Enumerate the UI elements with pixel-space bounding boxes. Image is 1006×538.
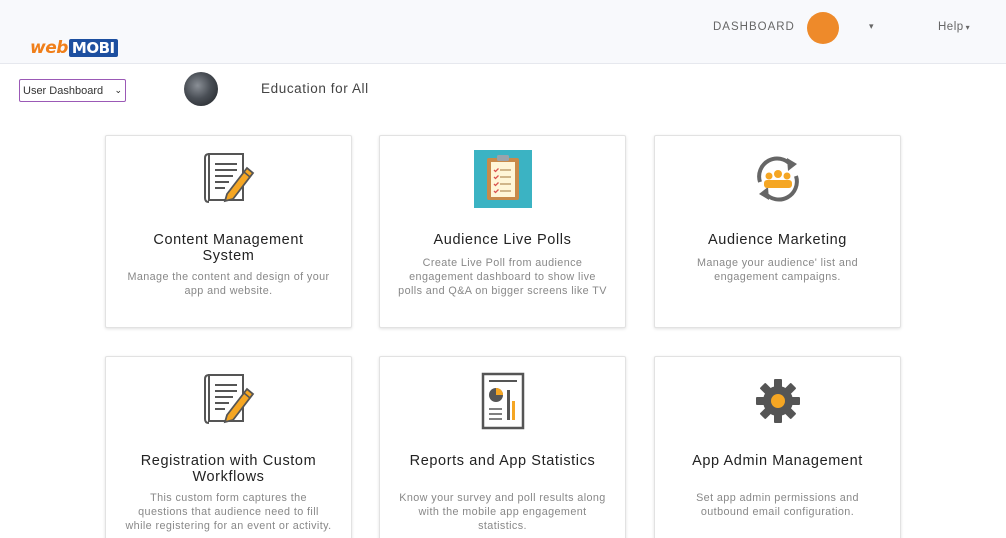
card-description: Manage the content and design of your ap… (127, 271, 330, 297)
dashboard-select-value: User Dashboard (23, 84, 104, 97)
card-title: Audience Marketing (708, 232, 847, 248)
clipboard-checklist-icon (473, 150, 532, 208)
card-title: Registration with Custom Workflows (140, 453, 317, 485)
webmobi-logo[interactable]: web MOBI (30, 38, 118, 58)
card-description: Know your survey and poll results along … (399, 492, 606, 532)
logo-web-text: web (30, 38, 68, 58)
card-description: Manage your audience' list and engagemen… (696, 257, 859, 283)
gear-icon (754, 377, 802, 425)
card-audience-live-polls[interactable]: Audience Live Polls Create Live Poll fro… (379, 135, 626, 328)
card-description: Set app admin permissions and outbound e… (696, 492, 859, 518)
document-edit-icon (199, 148, 259, 208)
card-title: App Admin Management (692, 453, 863, 469)
help-menu[interactable]: Help ▾ (938, 21, 970, 33)
card-title: Reports and App Statistics (409, 453, 596, 469)
user-menu-caret-icon[interactable]: ▾ (869, 21, 874, 32)
card-title: Audience Live Polls (433, 232, 572, 248)
card-registration-workflows[interactable]: Registration with Custom Workflows This … (105, 356, 352, 538)
help-label: Help (938, 21, 964, 33)
dashboard-select[interactable]: User Dashboard ⌄ (19, 79, 126, 102)
help-caret-icon: ▾ (965, 23, 971, 32)
card-reports-statistics[interactable]: Reports and App Statistics Know your sur… (379, 356, 626, 538)
card-app-admin-management[interactable]: App Admin Management Set app admin permi… (654, 356, 901, 538)
org-avatar (184, 72, 218, 106)
card-audience-marketing[interactable]: Audience Marketing Manage your audience'… (654, 135, 901, 328)
document-edit-icon (199, 369, 259, 429)
logo-mobi-text: MOBI (68, 39, 118, 57)
nav-dashboard-link[interactable]: DASHBOARD (713, 21, 795, 33)
top-navbar: web MOBI DASHBOARD ▾ Help ▾ (0, 0, 1006, 64)
user-avatar[interactable] (807, 12, 839, 44)
audience-cycle-icon (751, 152, 805, 206)
card-content-management[interactable]: Content Management System Manage the con… (105, 135, 352, 328)
card-description: This custom form captures the questions … (125, 492, 332, 532)
report-chart-icon (478, 371, 528, 431)
org-name: Education for All (261, 81, 369, 96)
chevron-down-icon: ⌄ (114, 85, 122, 95)
card-description: Create Live Poll from audience engagemen… (398, 257, 607, 297)
card-title: Content Management System (153, 232, 304, 264)
